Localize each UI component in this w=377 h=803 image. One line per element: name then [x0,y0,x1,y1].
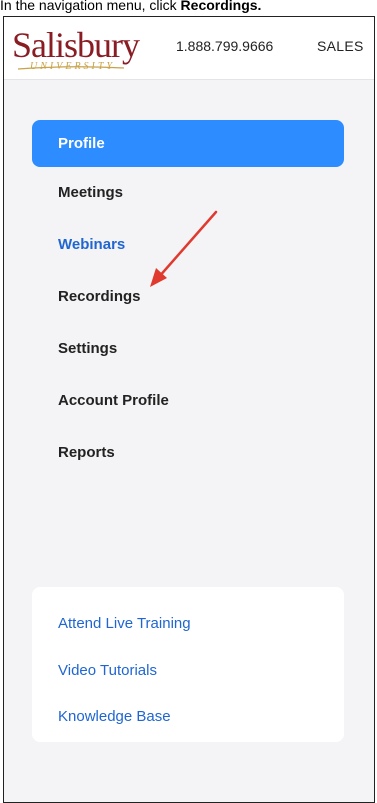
phone-number-link[interactable]: 1.888.799.9666 [176,38,273,54]
nav-item-label: Profile [58,135,105,152]
screenshot-frame: Salisbury UNIVERSITY 1.888.799.9666 SALE… [3,16,375,803]
instruction-caption: In the navigation menu, click Recordings… [0,0,377,14]
side-navigation: Profile Meetings Webinars Recordings Set… [32,120,344,479]
nav-item-profile[interactable]: Profile [32,120,344,167]
nav-item-label: Meetings [58,184,124,201]
nav-item-account-profile[interactable]: Account Profile [32,375,344,427]
nav-item-settings[interactable]: Settings [32,323,344,375]
nav-item-label: Reports [58,444,115,461]
attend-live-training-link[interactable]: Attend Live Training [58,615,191,632]
logo-subtitle: UNIVERSITY [30,61,115,72]
help-links-panel: Attend Live Training Video Tutorials Kno… [32,587,344,742]
knowledge-base-link[interactable]: Knowledge Base [58,708,171,725]
nav-item-label: Webinars [58,236,126,253]
nav-item-recordings[interactable]: Recordings [32,271,344,323]
nav-item-meetings[interactable]: Meetings [32,167,344,219]
nav-item-webinars[interactable]: Webinars [32,219,344,271]
top-header: Salisbury UNIVERSITY 1.888.799.9666 SALE… [4,17,374,80]
salisbury-logo[interactable]: Salisbury UNIVERSITY [12,23,148,75]
caption-prefix: In the navigation menu, click [0,0,181,13]
video-tutorials-link[interactable]: Video Tutorials [58,662,157,679]
nav-item-label: Settings [58,340,118,357]
sales-link[interactable]: SALES [317,38,364,54]
caption-emphasis: Recordings. [180,0,262,13]
nav-item-label: Recordings [58,288,141,305]
nav-item-label: Account Profile [58,392,169,409]
nav-item-reports[interactable]: Reports [32,427,344,479]
